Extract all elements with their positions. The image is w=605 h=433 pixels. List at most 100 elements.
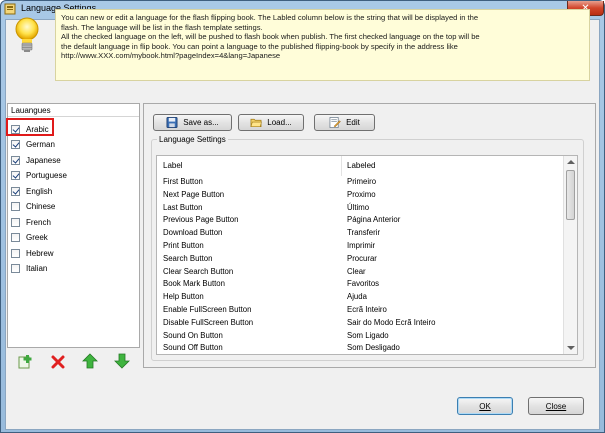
table-row[interactable]: Enable FullScreen Button Ecrã Inteiro xyxy=(157,304,563,317)
table-row[interactable]: Download Button Transferir xyxy=(157,227,563,240)
row-label-cell: Previous Page Button xyxy=(163,215,239,225)
row-labeled-cell[interactable]: Ecrã Inteiro xyxy=(347,304,387,317)
table-row[interactable]: Previous Page Button Página Anterior xyxy=(157,214,563,227)
scroll-up-icon[interactable] xyxy=(567,160,575,164)
delete-icon[interactable] xyxy=(50,354,66,370)
row-labeled-cell[interactable]: Transferir xyxy=(347,227,380,240)
scroll-down-icon[interactable] xyxy=(567,346,575,350)
row-label-cell: Enable FullScreen Button xyxy=(163,305,252,314)
language-checkbox[interactable] xyxy=(11,217,20,227)
table-row[interactable]: Search Button Procurar xyxy=(157,253,563,266)
row-labeled-cell[interactable]: Clear xyxy=(347,266,366,279)
language-checkbox[interactable] xyxy=(11,233,20,242)
edit-button[interactable]: Edit xyxy=(314,114,375,131)
move-down-icon[interactable] xyxy=(114,353,130,369)
table-row[interactable]: Sound On Button Som Ligado xyxy=(157,330,563,343)
app-icon xyxy=(4,3,16,15)
language-item[interactable]: German xyxy=(11,138,139,152)
row-labeled-cell[interactable]: Som Desligado xyxy=(347,342,400,354)
row-labeled-cell[interactable]: Último xyxy=(347,202,369,215)
row-label-cell: Print Button xyxy=(163,241,204,250)
row-labeled-cell[interactable]: Som Ligado xyxy=(347,330,389,343)
language-item[interactable]: French xyxy=(11,215,139,229)
move-up-icon[interactable] xyxy=(82,353,98,369)
info-line: the default language in flip book. You c… xyxy=(61,41,458,51)
table-row[interactable]: Last Button Último xyxy=(157,202,563,215)
edit-label: Edit xyxy=(346,118,360,127)
ok-button[interactable]: OK xyxy=(457,397,513,415)
language-checkbox[interactable] xyxy=(11,171,20,180)
row-label-cell: Search Button xyxy=(163,253,213,263)
language-settings-window: Language Settings ✕ You can new or edit … xyxy=(0,0,605,433)
row-label-cell: Clear Search Button xyxy=(163,266,234,276)
language-checkbox[interactable] xyxy=(11,140,20,149)
col-header-labeled[interactable]: Labeled xyxy=(341,156,375,176)
language-item[interactable]: English xyxy=(11,184,139,198)
language-label: German xyxy=(26,140,55,149)
table-row[interactable]: Print Button Imprimir xyxy=(157,240,563,253)
col-header-label[interactable]: Label xyxy=(157,156,183,176)
save-as-button[interactable]: Save as... xyxy=(153,114,232,131)
table-row[interactable]: Book Mark Button Favoritos xyxy=(157,278,563,291)
language-item[interactable]: Portuguese xyxy=(11,169,139,183)
vertical-scrollbar[interactable] xyxy=(563,156,577,354)
info-line: flash. The language will be list in the … xyxy=(61,22,263,32)
language-label: Portuguese xyxy=(26,171,67,180)
edit-icon xyxy=(329,117,341,128)
row-label-cell: First Button xyxy=(163,177,203,186)
info-line: You can new or edit a language for the f… xyxy=(61,13,479,22)
language-label: Italian xyxy=(26,264,48,273)
language-list[interactable]: Lauangues Arabic German Japanese Portuguese… xyxy=(7,103,140,348)
floppy-icon xyxy=(166,117,178,128)
language-item[interactable]: Italian xyxy=(11,262,139,276)
language-checkbox[interactable] xyxy=(11,186,20,196)
language-label: French xyxy=(26,217,51,227)
row-labeled-cell[interactable]: Sair do Modo Ecrã Inteiro xyxy=(347,317,435,330)
language-item[interactable]: Hebrew xyxy=(11,246,139,260)
save-as-label: Save as... xyxy=(183,118,219,127)
row-labeled-cell[interactable]: Proximo xyxy=(347,189,376,202)
language-checkbox[interactable] xyxy=(11,202,20,211)
close-label: Close xyxy=(545,401,567,411)
language-label: Chinese xyxy=(26,202,56,211)
row-labeled-cell[interactable]: Primeiro xyxy=(347,176,376,189)
language-checkbox[interactable] xyxy=(11,264,20,273)
language-checkbox[interactable] xyxy=(11,124,20,134)
table-row[interactable]: Sound Off Button Som Desligado xyxy=(157,342,563,354)
row-label-cell: Next Page Button xyxy=(163,189,225,199)
language-label: Japanese xyxy=(26,155,61,165)
language-item[interactable]: Japanese xyxy=(11,153,139,167)
language-label: Arabic xyxy=(26,124,49,134)
row-labeled-cell[interactable]: Favoritos xyxy=(347,278,379,291)
language-item[interactable]: Greek xyxy=(11,231,139,245)
table-row[interactable]: Clear Search Button Clear xyxy=(157,266,563,279)
language-list-header: Lauangues xyxy=(8,104,139,117)
group-title: Language Settings xyxy=(157,135,228,144)
open-folder-icon xyxy=(250,118,263,127)
row-label-cell: Sound On Button xyxy=(163,330,223,340)
language-item[interactable]: Chinese xyxy=(11,200,139,214)
row-labeled-cell[interactable]: Página Anterior xyxy=(347,214,400,227)
strings-table[interactable]: Label Labeled First Button Primeiro Next P… xyxy=(156,155,578,355)
load-button[interactable]: Load... xyxy=(238,114,304,131)
info-line: http://www.XXX.com/mybook.html?pageIndex… xyxy=(61,51,281,61)
table-row[interactable]: Help Button Ajuda xyxy=(157,291,563,304)
ok-label: OK xyxy=(479,401,491,411)
table-row[interactable]: First Button Primeiro xyxy=(157,176,563,189)
language-item[interactable]: Arabic xyxy=(11,122,139,136)
row-labeled-cell[interactable]: Procurar xyxy=(347,253,377,266)
scroll-thumb[interactable] xyxy=(566,170,575,220)
row-labeled-cell[interactable]: Imprimir xyxy=(347,240,375,253)
row-labeled-cell[interactable]: Ajuda xyxy=(347,291,367,304)
row-label-cell: Last Button xyxy=(163,202,203,212)
table-row[interactable]: Next Page Button Proximo xyxy=(157,189,563,202)
row-label-cell: Help Button xyxy=(163,292,204,302)
table-row[interactable]: Disable FullScreen Button Sair do Modo Ec… xyxy=(157,317,563,330)
add-icon[interactable] xyxy=(18,354,34,370)
close-button[interactable]: Close xyxy=(528,397,584,415)
language-checkbox[interactable] xyxy=(11,155,20,165)
row-label-cell: Book Mark Button xyxy=(163,279,225,289)
language-checkbox[interactable] xyxy=(11,248,20,258)
language-label: Hebrew xyxy=(26,248,54,258)
lightbulb-icon xyxy=(15,17,39,52)
